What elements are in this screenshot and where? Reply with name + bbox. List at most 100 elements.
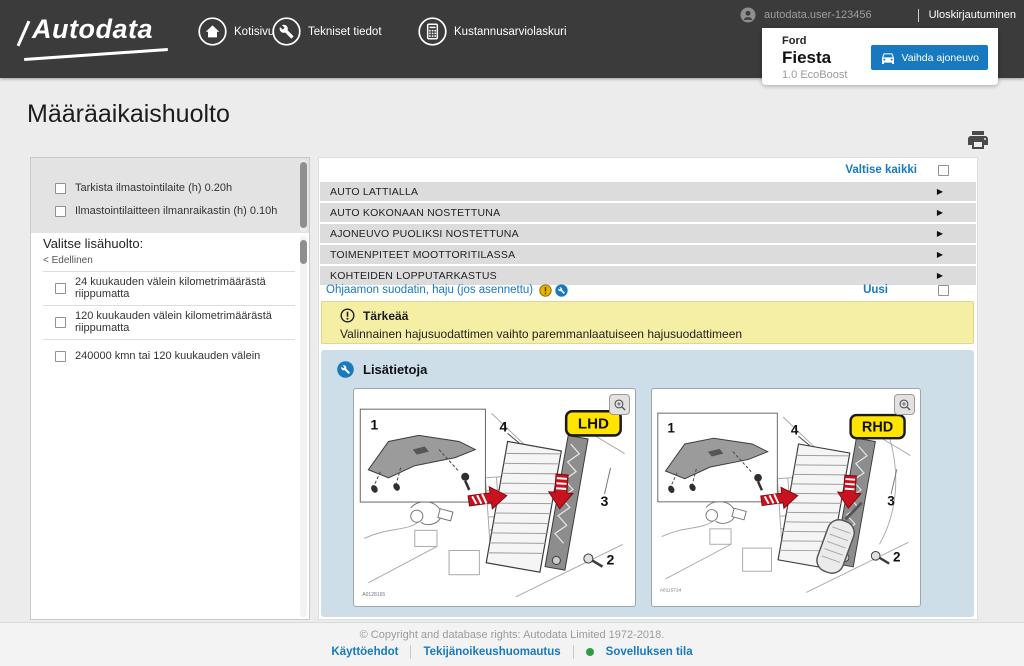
select-all-link[interactable]: Valtise kaikki: [845, 164, 917, 176]
sidebar-scrollbar-top[interactable]: [300, 160, 307, 232]
diagram-panel-lhd: 1 2 3 4 LHD A0128165: [353, 388, 636, 607]
magnifier-icon: [898, 398, 912, 412]
cabin-filter-link[interactable]: Ohjaamon suodatin, haju (jos asennettu): [326, 284, 533, 296]
option-checkbox[interactable]: [55, 317, 66, 328]
nav-item-estimate-calculator[interactable]: Kustannusarviolaskuri: [418, 17, 567, 46]
divider: [43, 305, 295, 306]
sidebar-scrollbar-bottom[interactable]: [300, 236, 307, 617]
important-title: Tärkeää: [363, 309, 408, 323]
rhd-badge: RHD: [862, 419, 893, 435]
divider: [43, 271, 295, 272]
footer-divider: [573, 645, 574, 659]
status-dot: [586, 648, 594, 656]
change-vehicle-button[interactable]: Vaihda ajoneuvo: [871, 45, 988, 70]
diagram-label-4: 4: [791, 422, 799, 437]
chevron-right-icon: ▶: [937, 250, 943, 259]
content-panel: Valtise kaikki AUTO LATTIALLA ▶ AUTO KOK…: [318, 157, 978, 620]
option-label: 24 kuukauden välein kilometrimäärästä ri…: [75, 276, 295, 300]
nav-label-technical: Tekniset tiedot: [308, 26, 382, 38]
chevron-right-icon: ▶: [937, 271, 943, 280]
important-icon: [340, 308, 355, 323]
zoom-button[interactable]: [609, 394, 630, 415]
nav-item-technical[interactable]: Tekniset tiedot: [272, 17, 382, 46]
diagram-label-3: 3: [887, 494, 895, 509]
important-text: Valinnainen hajusuodattimen vaihto parem…: [340, 327, 973, 341]
calculator-icon: [418, 17, 447, 46]
diagram-panel-rhd: 1 2 3 4 RHD A0115724: [651, 388, 921, 607]
renew-checkbox[interactable]: [938, 285, 949, 296]
magnifier-icon: [613, 398, 627, 412]
page-title: Määräaikaishuolto: [27, 100, 230, 129]
option-label: 120 kuukauden välein kilometrimäärästä r…: [75, 310, 295, 334]
accordion-auto-kokonaan-nostettuna[interactable]: AUTO KOKONAAN NOSTETTUNA ▶: [320, 203, 976, 222]
wrench-icon: [272, 17, 301, 46]
car-icon: [880, 50, 896, 66]
scrollbar-thumb[interactable]: [300, 240, 307, 264]
zoom-button[interactable]: [894, 394, 915, 415]
diagram-label-2: 2: [607, 552, 615, 568]
autodata-logo[interactable]: Autodata: [32, 14, 153, 45]
accordion-label: TOIMENPITEET MOOTTORITILASSA: [330, 249, 515, 261]
task-checkbox[interactable]: [55, 183, 66, 194]
username: autodata.user-123456: [764, 9, 872, 21]
diagram-label-4: 4: [500, 418, 508, 434]
select-all-row: Valtise kaikki: [845, 164, 949, 176]
service-option-row: 24 kuukauden välein kilometrimäärästä ri…: [55, 280, 295, 296]
lhd-badge: LHD: [578, 415, 609, 432]
accordion-ajoneuvo-puoliksi-nostettuna[interactable]: AJONEUVO PUOLIKSI NOSTETTUNA ▶: [320, 224, 976, 243]
technical-diagram-lhd: 1 2 3 4 LHD A0128165: [354, 389, 635, 606]
additional-service-title: Valitse lisähuolto:: [43, 236, 143, 251]
logo-underline-decoration: [24, 48, 168, 61]
nav-label-estimate-calculator: Kustannusarviolaskuri: [454, 26, 567, 38]
option-label: 240000 kmn tai 120 kuukauden välein: [75, 350, 260, 362]
copyright-text: © Copyright and database rights: Autodat…: [0, 629, 1024, 641]
chevron-right-icon: ▶: [937, 187, 943, 196]
important-warning-box: Tärkeää Valinnainen hajusuodattimen vaih…: [321, 301, 974, 344]
accordion-auto-lattialla[interactable]: AUTO LATTIALLA ▶: [320, 182, 976, 201]
cabin-filter-task-row: Ohjaamon suodatin, haju (jos asennettu) …: [326, 282, 949, 298]
logout-link[interactable]: Uloskirjautuminen: [929, 9, 1016, 21]
terms-link[interactable]: Käyttöehdot: [331, 646, 398, 658]
user-avatar-icon: [740, 7, 756, 23]
warning-icon[interactable]: [539, 284, 552, 297]
option-checkbox[interactable]: [55, 351, 66, 362]
print-icon[interactable]: [966, 128, 990, 152]
scrollbar-thumb[interactable]: [300, 162, 307, 228]
option-checkbox[interactable]: [55, 283, 66, 294]
vehicle-engine: 1.0 EcoBoost: [782, 69, 988, 81]
additional-info-panel: Lisätietoja: [321, 350, 974, 617]
vehicle-card: Ford Fiesta 1.0 EcoBoost Vaihda ajoneuvo: [762, 28, 998, 85]
task-label: Ilmastointilaitteen ilmanraikastin (h) 0…: [75, 205, 277, 217]
accordion-label: AJONEUVO PUOLIKSI NOSTETTUNA: [330, 228, 519, 240]
accordion-label: AUTO KOKONAAN NOSTETTUNA: [330, 207, 500, 219]
footer-divider: [410, 645, 411, 659]
logo-slash-decoration: [17, 21, 31, 47]
diagram-label-1: 1: [370, 416, 378, 432]
previous-link[interactable]: < Edellinen: [43, 255, 93, 266]
diagram-label-1: 1: [667, 420, 675, 435]
copyright-notice-link[interactable]: Tekijänoikeushuomautus: [423, 646, 560, 658]
change-vehicle-label: Vaihda ajoneuvo: [902, 52, 979, 64]
selected-task-row: Tarkista ilmastointilaite (h) 0.20h: [55, 180, 295, 196]
app-status-link[interactable]: Sovelluksen tila: [606, 646, 693, 658]
divider: [43, 339, 295, 340]
userbar-divider: [918, 9, 919, 22]
additional-info-title: Lisätietoja: [363, 362, 427, 377]
select-all-checkbox[interactable]: [938, 165, 949, 176]
service-option-row: 120 kuukauden välein kilometrimäärästä r…: [55, 314, 295, 330]
accordion-toimenpiteet-moottoritilassa[interactable]: TOIMENPITEET MOOTTORITILASSA ▶: [320, 245, 976, 264]
accordion-label: KOHTEIDEN LOPPUTARKASTUS: [330, 270, 497, 282]
task-icons: [539, 284, 568, 297]
user-bar: autodata.user-123456 Uloskirjautuminen: [740, 6, 1016, 24]
nav-label-home: Kotisivu: [234, 26, 274, 38]
diagram-label-2: 2: [893, 550, 901, 565]
autodata-app: Autodata Kotisivu Tekniset tiedot: [0, 0, 1024, 666]
info-tools-icon: [337, 361, 354, 378]
nav-item-home[interactable]: Kotisivu: [198, 17, 274, 46]
chevron-right-icon: ▶: [937, 208, 943, 217]
diagram-code: A0115724: [660, 587, 682, 593]
technical-diagram-rhd: 1 2 3 4 RHD A0115724: [652, 389, 920, 606]
tools-icon[interactable]: [555, 284, 568, 297]
task-checkbox[interactable]: [55, 206, 66, 217]
renew-link[interactable]: Uusi: [863, 284, 888, 296]
